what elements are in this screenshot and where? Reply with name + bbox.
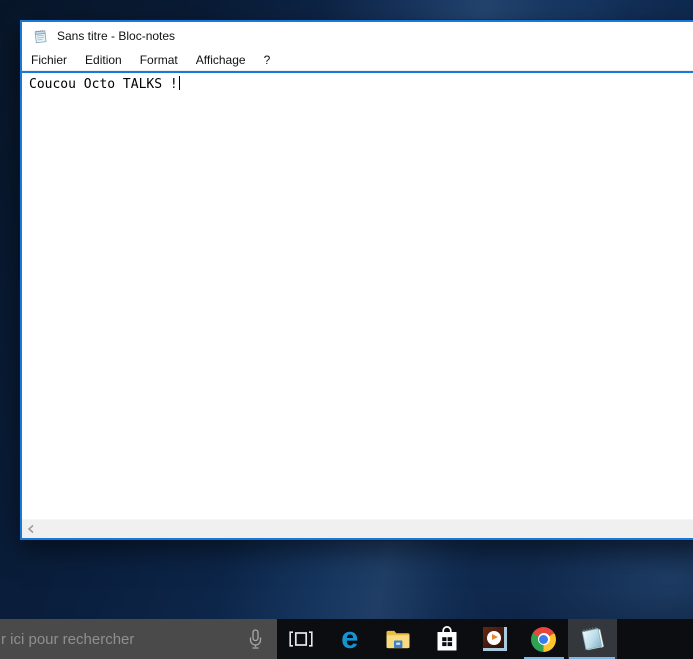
taskbar-button-task-view[interactable] [277,619,326,659]
menu-item-format[interactable]: Format [131,51,187,69]
menu-bar: Fichier Edition Format Affichage ? [22,50,693,70]
search-placeholder: r ici pour rechercher [1,630,135,648]
taskbar-search[interactable]: r ici pour rechercher [0,619,277,659]
menu-item-help[interactable]: ? [255,51,280,69]
microphone-icon[interactable] [248,628,263,650]
desktop: Sans titre - Bloc-notes Fichier Edition … [0,0,693,659]
text-editor[interactable]: Coucou Octo TALKS ! [22,73,693,519]
notepad-icon [582,626,605,651]
movies-tv-icon [483,627,508,651]
notepad-window: Sans titre - Bloc-notes Fichier Edition … [20,20,693,540]
taskbar-button-file-explorer[interactable] [374,619,423,659]
taskbar-button-notepad[interactable] [568,619,617,659]
taskbar: r ici pour rechercher e [0,619,693,659]
task-view-icon [289,631,313,647]
file-explorer-icon [386,630,410,649]
microsoft-store-icon [437,626,457,651]
chrome-icon [531,626,557,652]
edge-icon: e [341,620,359,655]
taskbar-button-chrome[interactable] [520,619,569,659]
horizontal-scrollbar[interactable] [22,519,693,538]
editor-text: Coucou Octo TALKS ! [29,77,178,92]
taskbar-button-edge[interactable]: e [326,619,375,659]
menu-item-fichier[interactable]: Fichier [22,51,76,69]
title-bar[interactable]: Sans titre - Bloc-notes [22,22,693,50]
notepad-titlebar-icon [33,28,49,44]
text-caret [178,76,180,90]
menu-item-edition[interactable]: Edition [76,51,131,69]
scroll-left-button[interactable] [22,520,39,538]
taskbar-button-store[interactable] [423,619,472,659]
taskbar-button-movies-tv[interactable] [471,619,520,659]
menu-item-affichage[interactable]: Affichage [187,51,255,69]
scroll-left-arrow-icon [27,524,33,534]
window-title: Sans titre - Bloc-notes [57,29,176,43]
